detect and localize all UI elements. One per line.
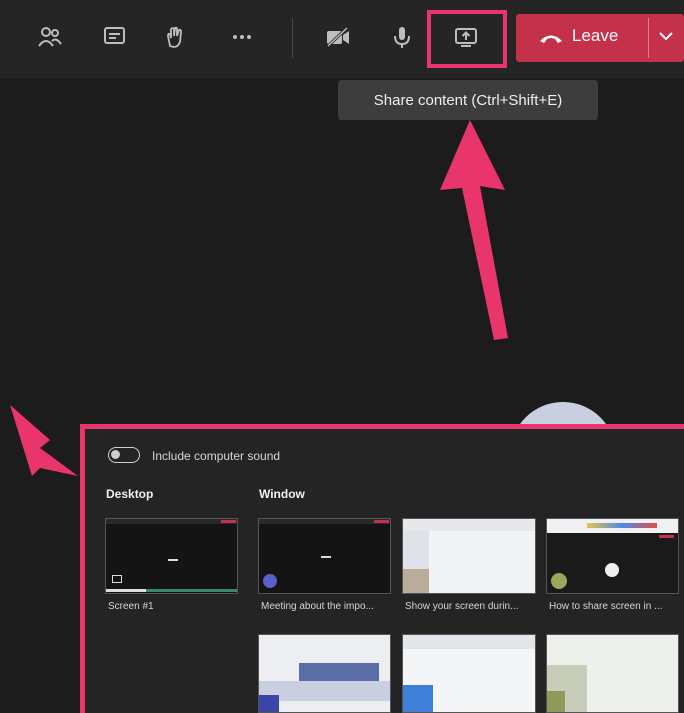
window-thumbnail[interactable] [546,518,679,594]
include-sound-label: Include computer sound [152,449,281,463]
screen-caption: Screen #1 [108,601,154,612]
window-caption: How to share screen in ... [549,601,663,612]
window-thumbnail[interactable] [258,634,391,713]
window-thumbnail[interactable] [546,634,679,713]
window-heading: Window [259,487,305,501]
window-thumbnail[interactable] [402,518,536,594]
include-sound-toggle[interactable] [108,447,140,463]
window-thumbnail[interactable] [402,634,536,713]
screen-thumbnail[interactable] [105,518,238,594]
desktop-heading: Desktop [106,487,154,501]
window-caption: Show your screen durin... [405,601,519,612]
up-arrow [440,120,508,340]
toggle-knob [111,450,120,459]
window-caption: Meeting about the impo... [261,601,374,612]
diagonal-arrow [10,405,78,476]
window-thumbnail[interactable] [258,518,391,594]
